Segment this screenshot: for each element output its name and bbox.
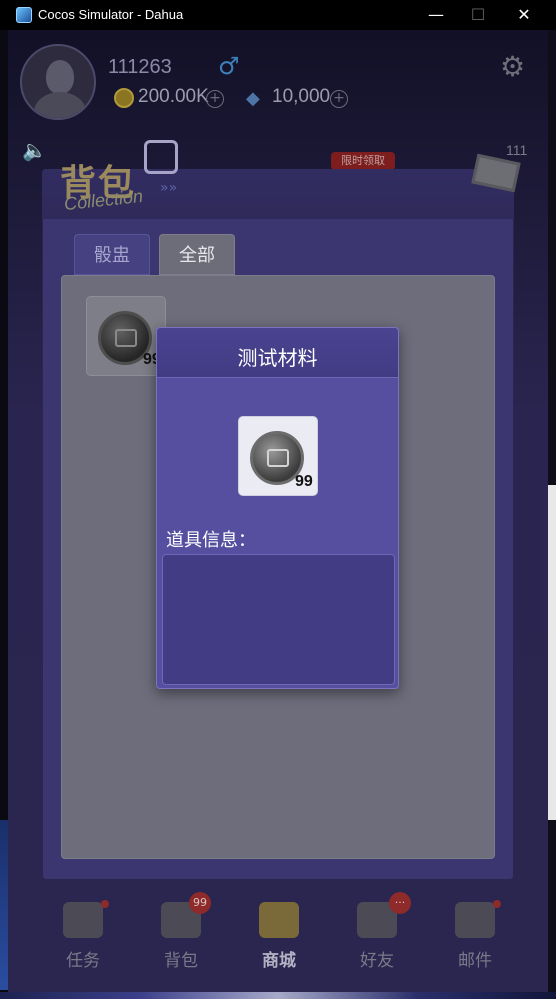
tab-all[interactable]: 全部 [159,234,235,275]
nav-backpack[interactable]: 99 背包 [141,892,221,972]
minimize-button[interactable]: — [424,5,448,25]
avatar[interactable] [20,44,96,120]
gold-coin-icon [114,88,134,108]
popup-item-slot: 99 [238,416,318,496]
tab-dice-cup[interactable]: 骰盅 [74,234,150,275]
notification-dot [101,900,109,908]
gear-icon[interactable]: ⚙ [500,50,525,83]
popup-item-quantity: 99 [295,473,313,490]
window-titlebar: Cocos Simulator - Dahua — ☐ ✕ [0,0,556,30]
mail-icon [455,902,495,938]
shop-cart-icon [259,902,299,938]
nav-label: 任务 [66,951,100,971]
add-coins-button[interactable]: + [206,90,224,108]
right-background-strip [548,30,556,999]
nav-label: 好友 [360,951,394,971]
cocos-app-icon [16,7,32,23]
coin-balance: 200.00K [138,86,209,107]
player-id: 111263 [108,56,172,78]
inventory-slot[interactable]: 99 [86,296,166,376]
speaker-icon[interactable]: 🔈 [22,138,47,162]
notification-dot [493,900,501,908]
maximize-button[interactable]: ☐ [466,5,490,25]
popup-title: 测试材料 [237,346,318,370]
nav-label: 邮件 [458,951,492,971]
diamond-balance: 10,000 [272,86,331,107]
bag-icon [144,140,178,174]
close-button[interactable]: ✕ [512,5,536,25]
counter-value: 111 [506,142,528,158]
bottom-background-edge [0,992,556,999]
double-chevron-icon: »» [160,180,178,196]
item-info-label: 道具信息： [166,530,256,551]
add-diamonds-button[interactable]: + [330,90,348,108]
nav-mail[interactable]: 邮件 [435,892,515,972]
window-title: Cocos Simulator - Dahua [38,7,184,22]
nav-label: 商城 [262,951,296,971]
calendar-icon [63,902,103,938]
promo-badge[interactable]: 限时领取 [331,152,395,170]
badge-dots: ... [389,892,411,914]
item-info-box [162,554,395,685]
male-gender-icon: ♂ [218,52,240,80]
game-canvas: 111263 ♂ ⚙ 200.00K + ◆ 10,000 + 🔈 111 限时… [8,30,548,992]
nav-friends[interactable]: ... 好友 [337,892,417,972]
nav-shop[interactable]: 商城 [239,892,319,972]
left-background-strip [0,30,8,999]
diamond-icon: ◆ [246,88,260,109]
badge-count: 99 [189,892,211,914]
nav-label: 背包 [164,951,198,971]
nav-tasks[interactable]: 任务 [43,892,123,972]
